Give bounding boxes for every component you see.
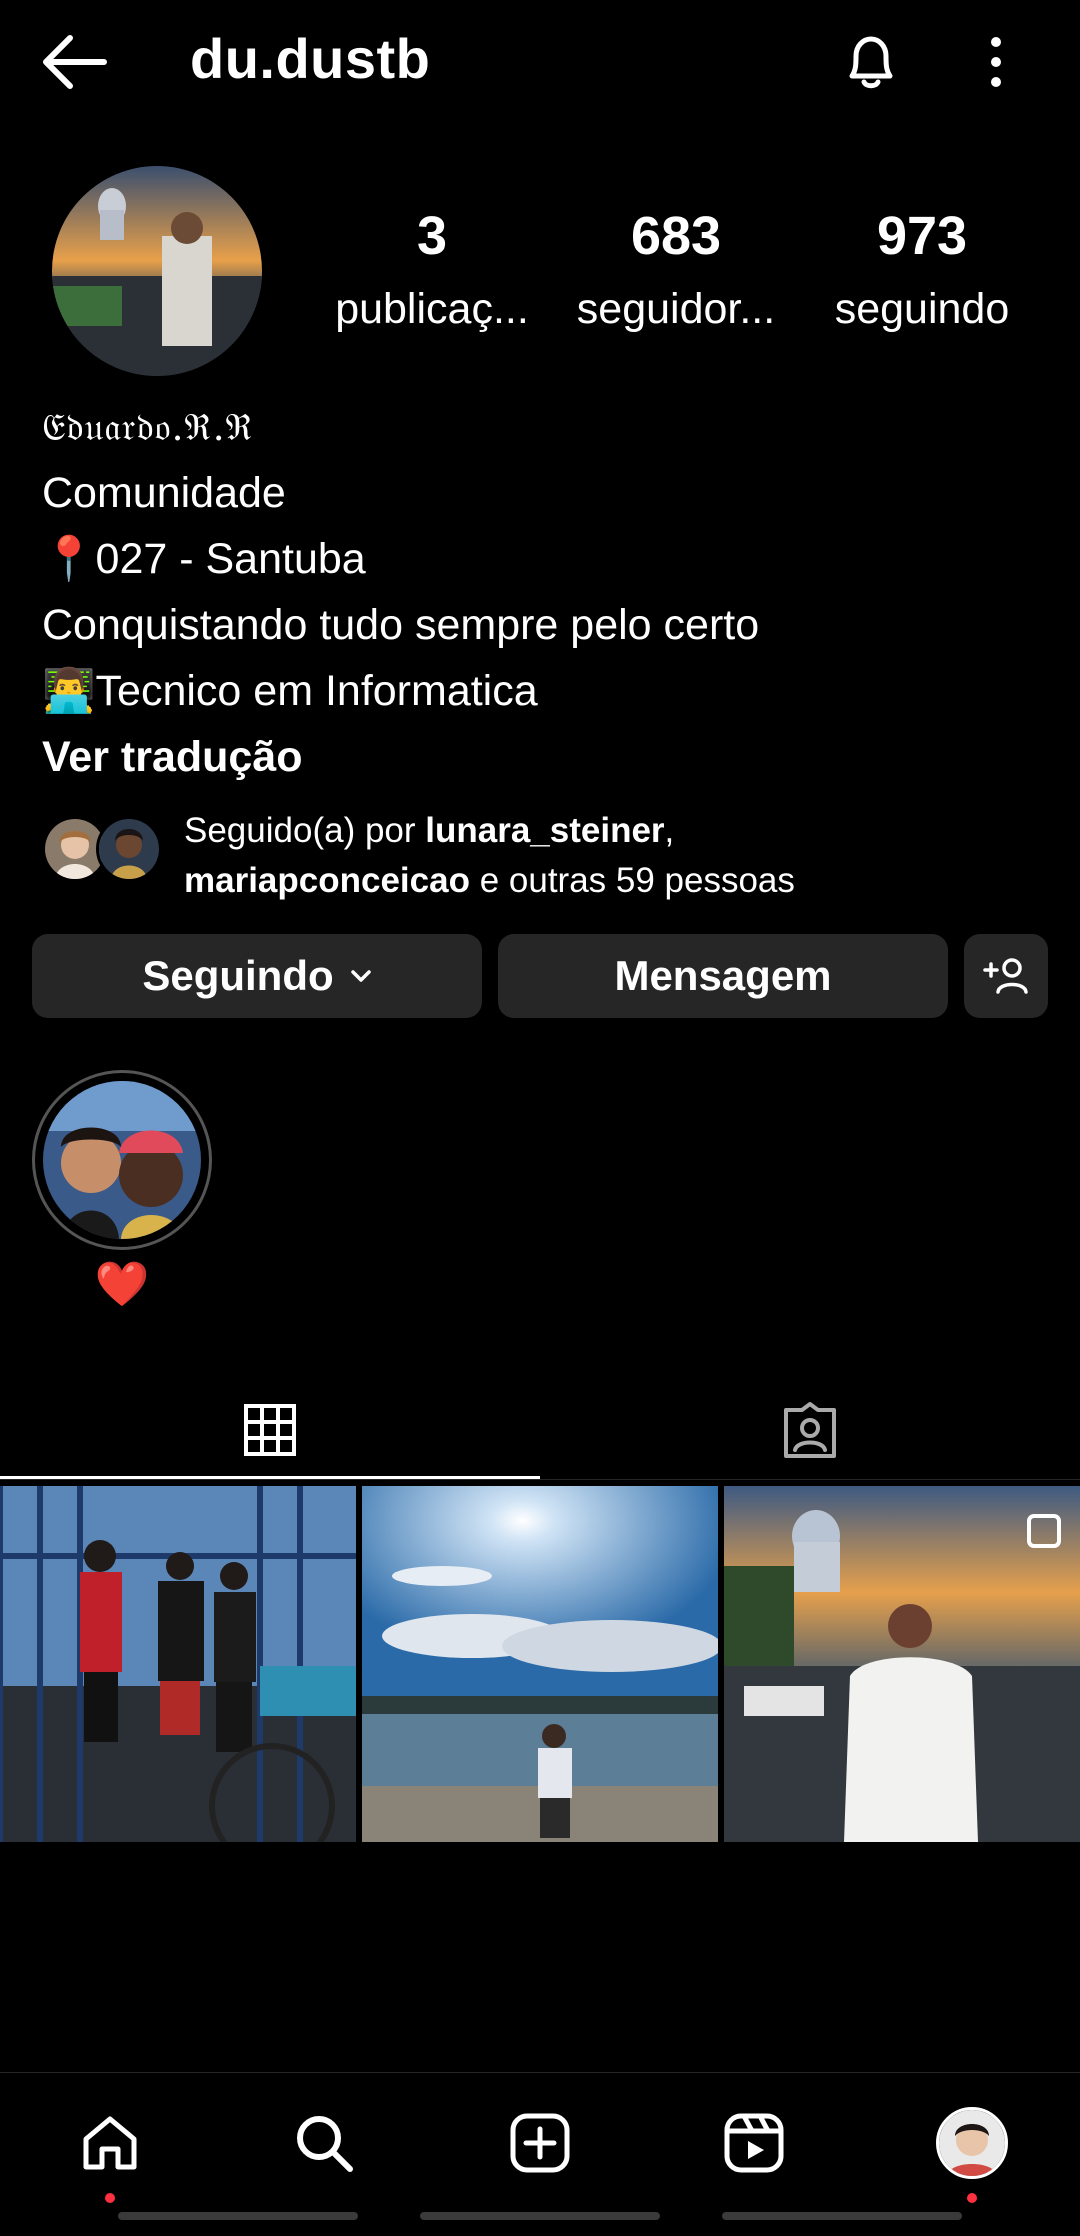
posts-count-label: publicaç... — [335, 285, 529, 333]
profile-tab-avatar — [936, 2107, 1008, 2179]
mutual-avatar — [96, 816, 162, 882]
see-translation-link[interactable]: Ver tradução — [42, 724, 1042, 790]
system-gesture-bar — [420, 2212, 660, 2220]
nav-profile[interactable] — [932, 2103, 1012, 2203]
search-icon — [297, 2116, 353, 2172]
tab-divider — [0, 1479, 1080, 1480]
home-icon — [83, 2116, 137, 2170]
mutual-user-link[interactable]: lunara_steiner — [425, 811, 664, 850]
mutual-followers-text: Seguido(a) por lunara_steiner, mariapconc… — [184, 806, 1034, 906]
bio-line: Conquistando tudo sempre pelo certo — [42, 601, 760, 649]
message-button[interactable]: Mensagem — [498, 934, 948, 1018]
reels-icon — [724, 2113, 784, 2173]
message-button-label: Mensagem — [614, 952, 832, 999]
create-post-icon — [510, 2113, 570, 2173]
followers-count[interactable]: 683 seguidor... — [556, 205, 796, 334]
post-thumbnail[interactable] — [0, 1486, 356, 1842]
profile-bio: 𝔈𝔡𝔲𝔞𝔯𝔡𝔬.ℜ.ℜ Comunidade 📍027 - Santuba Co… — [42, 394, 1042, 790]
following-count-label: seguindo — [834, 285, 1010, 333]
tab-posts-grid[interactable] — [0, 1380, 540, 1480]
mutual-suffix: e outras 59 pessoas — [469, 861, 795, 900]
system-gesture-bar — [118, 2212, 358, 2220]
bio-line: 👨‍💻Tecnico em Informatica — [42, 667, 538, 715]
post-thumbnail[interactable] — [362, 1486, 718, 1842]
followers-count-label: seguidor... — [576, 285, 776, 333]
suggest-people-button[interactable] — [964, 934, 1048, 1018]
story-highlight-label: ❤️ — [94, 1260, 150, 1309]
chevron-down-icon — [350, 970, 371, 982]
following-count[interactable]: 973 seguindo — [802, 205, 1042, 334]
posts-count[interactable]: 3 publicaç... — [312, 205, 552, 334]
category-label: Comunidade — [42, 469, 286, 517]
nav-search[interactable] — [284, 2103, 364, 2183]
add-user-icon — [983, 958, 1028, 994]
notification-dot — [967, 2193, 977, 2203]
tab-active-indicator — [0, 1476, 540, 1479]
post-thumbnail[interactable] — [724, 1486, 1080, 1842]
nav-create[interactable] — [500, 2103, 580, 2183]
profile-username: du.dustb — [190, 27, 431, 90]
followers-count-value: 683 — [630, 206, 722, 266]
grid-icon — [244, 1404, 296, 1456]
profile-header: du.dustb — [0, 0, 1080, 125]
following-count-value: 973 — [876, 206, 968, 266]
profile-avatar[interactable] — [52, 166, 262, 376]
posts-count-value: 3 — [416, 206, 448, 266]
mutual-user-link[interactable]: mariapconceicao — [184, 861, 470, 900]
tagged-person-icon — [784, 1402, 836, 1458]
nav-reels[interactable] — [714, 2103, 794, 2183]
back-arrow-icon[interactable] — [40, 30, 110, 94]
bio-line: 📍027 - Santuba — [42, 535, 366, 583]
system-gesture-bar — [722, 2212, 962, 2220]
more-options-icon[interactable] — [978, 34, 1014, 90]
mutual-followers[interactable]: Seguido(a) por lunara_steiner, mariapconc… — [42, 806, 1042, 906]
display-name: 𝔈𝔡𝔲𝔞𝔯𝔡𝔬.ℜ.ℜ — [42, 405, 254, 449]
tab-tagged[interactable] — [540, 1380, 1080, 1480]
story-highlight[interactable] — [32, 1070, 212, 1250]
bell-icon[interactable] — [838, 28, 904, 94]
story-highlight-cover — [43, 1081, 201, 1239]
nav-home[interactable] — [70, 2103, 150, 2203]
mutual-prefix: Seguido(a) por — [184, 811, 426, 850]
mutual-comma: , — [664, 811, 675, 850]
following-button-label: Seguindo — [142, 952, 334, 999]
notification-dot — [105, 2193, 115, 2203]
following-button[interactable]: Seguindo — [32, 934, 482, 1018]
